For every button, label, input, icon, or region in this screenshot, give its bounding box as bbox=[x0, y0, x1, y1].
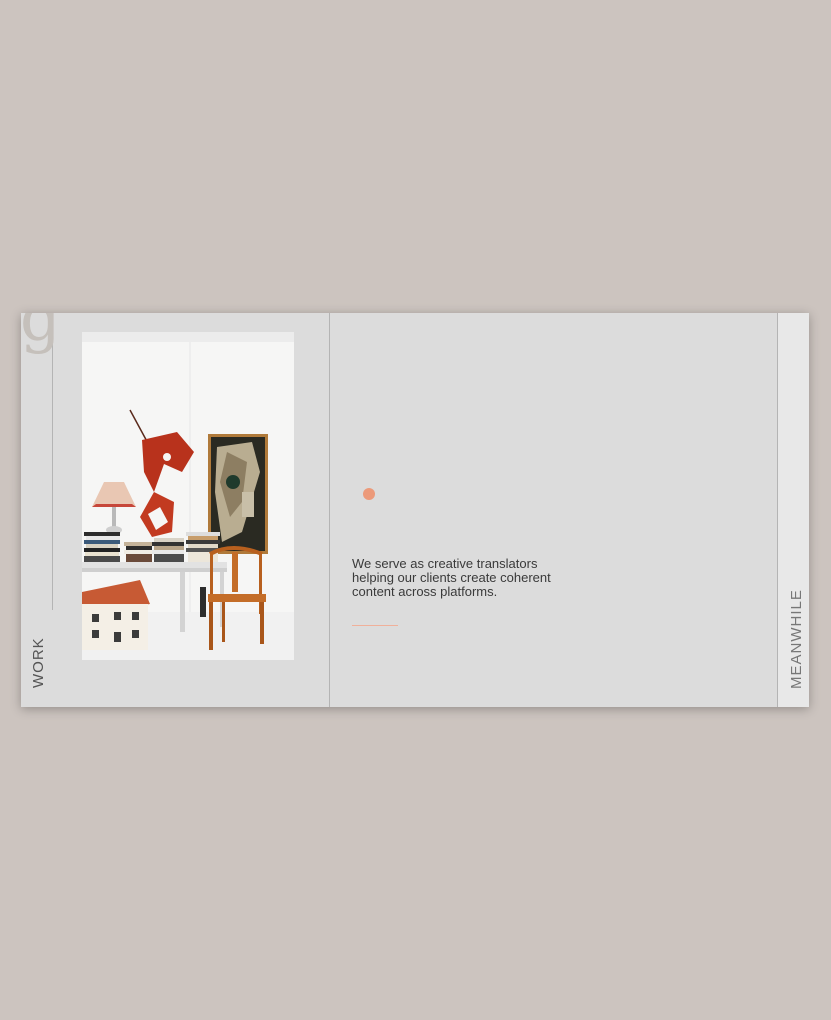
tagline-text: We serve as creative translators helping… bbox=[352, 556, 551, 599]
accent-dot bbox=[363, 488, 375, 500]
nav-meanwhile-link[interactable]: MEANWHILE bbox=[788, 589, 805, 689]
brand-logo[interactable]: g bbox=[21, 313, 61, 351]
nav-work-link[interactable]: WORK bbox=[30, 637, 47, 688]
interior-photo-icon bbox=[82, 332, 294, 660]
main-card: g WORK We serve as creative translators … bbox=[21, 313, 809, 707]
tagline-underline bbox=[352, 625, 398, 626]
column-divider bbox=[329, 313, 330, 707]
interior-photo[interactable] bbox=[82, 332, 294, 660]
